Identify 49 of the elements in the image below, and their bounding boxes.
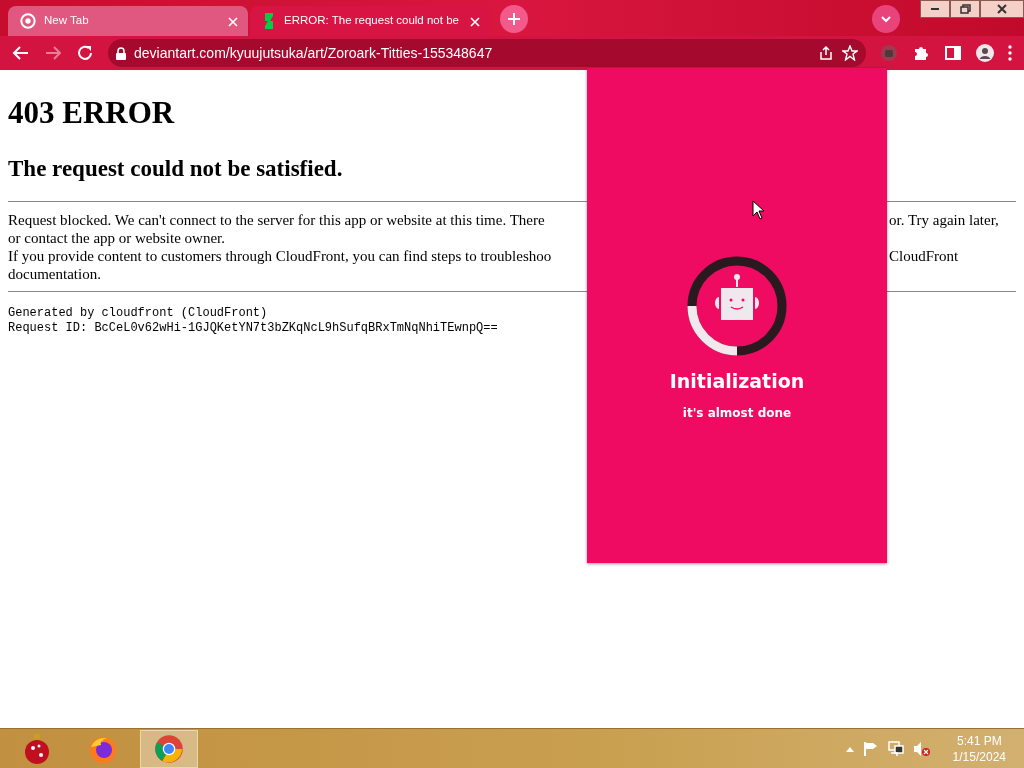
close-icon (228, 17, 238, 28)
restore-icon (958, 3, 972, 15)
profile-icon (976, 44, 994, 62)
ornament-icon (22, 732, 52, 765)
request-id-text: Request ID: BcCeL0v62wHi-1GJQKetYN7t3bZKqNcL9hSufqBRxTmNqNhiTEwnpQ== (8, 320, 499, 336)
deviantart-logo-icon (262, 13, 276, 29)
address-bar[interactable]: deviantart.com/kyuujutsuka/art/Zoroark-Titties-155348647 (108, 39, 866, 67)
tab-search-button[interactable] (872, 5, 900, 33)
body-text: documentation. (8, 264, 102, 283)
body-text: or contact the app or website owner. (8, 228, 226, 247)
body-text: If you provide content to customers through CloudFront, you can find steps to troubleshoo (8, 246, 553, 265)
muted-speaker-icon[interactable] (912, 740, 931, 757)
forward-icon (44, 44, 62, 62)
taskbar-app[interactable] (140, 729, 198, 768)
chevron-down-icon (881, 15, 891, 23)
chrome-logo-icon (20, 13, 36, 29)
error-heading: 403 ERROR (8, 94, 176, 132)
network-icon[interactable] (886, 740, 905, 757)
menu-icon (1008, 44, 1012, 62)
new-tab-button[interactable] (500, 5, 528, 33)
close-icon (995, 3, 1009, 15)
body-text: or. Try again later, (889, 210, 1000, 229)
url-text: deviantart.com/kyuujutsuka/art/Zoroark-Titties-155348647 (134, 43, 494, 63)
body-text: Request blocked. We can't connect to the server for this app or website at this time. There (8, 210, 546, 229)
close-icon (470, 17, 480, 28)
body-text: CloudFront (889, 246, 960, 265)
mouse-cursor-icon (752, 200, 764, 220)
popup-title: Initialization (669, 369, 805, 394)
tab-close-button[interactable] (228, 14, 238, 28)
minimize-icon (931, 8, 939, 10)
star-icon[interactable] (842, 45, 858, 61)
lock-icon (116, 46, 126, 60)
popup-subtitle: it's almost done (682, 404, 792, 422)
chrome-logo-icon (154, 733, 184, 764)
plus-icon (508, 13, 520, 25)
back-icon (12, 44, 30, 62)
share-icon[interactable] (818, 45, 834, 61)
extension-icon (880, 44, 898, 62)
reload-icon (76, 44, 94, 62)
error-subheading: The request could not be satisfied. (8, 155, 344, 183)
restore-button[interactable] (950, 0, 980, 18)
minimize-button[interactable] (920, 0, 950, 18)
tab-close-button[interactable] (470, 14, 480, 28)
generated-by-text: Generated by cloudfront (CloudFront) (8, 305, 269, 321)
close-button[interactable] (980, 0, 1024, 18)
side-panel-icon (944, 44, 962, 62)
browser-tab[interactable]: New Tab (8, 6, 248, 36)
browser-tab[interactable]: ERROR: The request could not be (250, 6, 490, 36)
extensions-icon (912, 44, 930, 62)
